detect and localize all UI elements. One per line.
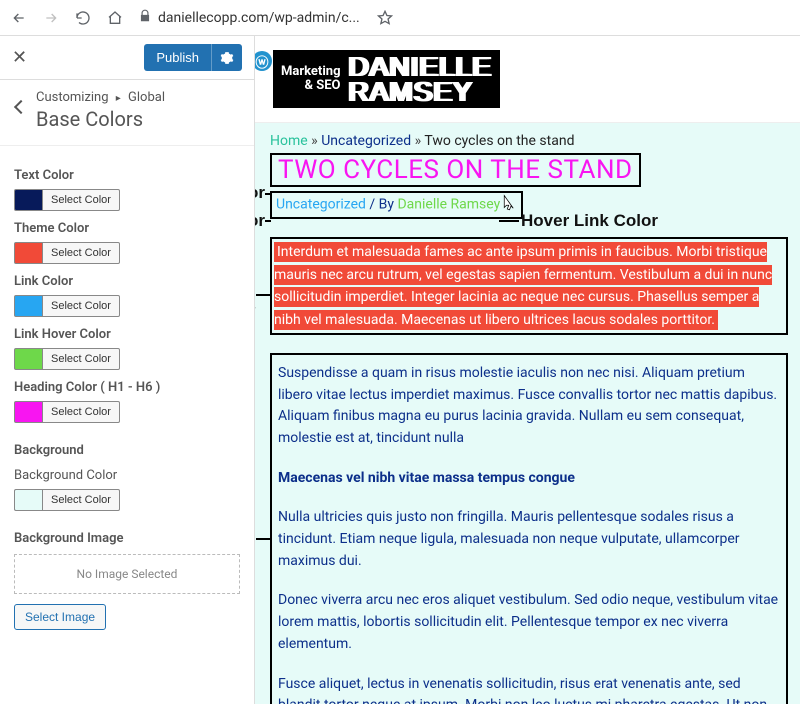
link-hover-color-control: Select Color (14, 348, 240, 370)
crumb-page: Two cycles on the stand (424, 133, 574, 149)
background-color-button[interactable]: Select Color (42, 489, 120, 511)
close-icon[interactable]: ✕ (12, 47, 27, 68)
back-icon[interactable] (10, 9, 28, 27)
publish-group: Publish (144, 44, 242, 71)
background-color-label: Background Color (14, 468, 240, 483)
text-color-control: Select Color (14, 189, 240, 211)
sidebar-top: ✕ Publish (0, 36, 254, 80)
site-header: Marketing & SEO DANIELLE RAMSEY (255, 36, 800, 122)
link-hover-color-label: Link Hover Color (14, 327, 240, 342)
text-color-swatch (14, 189, 42, 211)
breadcrumb-current: Global (128, 90, 165, 105)
heading-color-control: Select Color (14, 401, 240, 423)
address-bar[interactable]: daniellecopp.com/wp-admin/c... (138, 9, 394, 27)
browser-toolbar: daniellecopp.com/wp-admin/c... (0, 0, 800, 36)
meta-category-link[interactable]: Uncategorized (276, 197, 366, 213)
content-area: Home » Uncategorized » Two cycles on the… (255, 122, 800, 704)
link-color-button[interactable]: Select Color (42, 295, 120, 317)
link-hover-color-swatch (14, 348, 42, 370)
link-color-control: Select Color (14, 295, 240, 317)
link-color-swatch (14, 295, 42, 317)
lock-icon (138, 9, 152, 27)
text-color-button[interactable]: Select Color (42, 189, 120, 211)
select-image-button[interactable]: Select Image (14, 604, 106, 630)
paragraph-4: Fusce aliquet, lectus in venenatis solli… (278, 674, 780, 704)
app-body: ✕ Publish Customizing ▸ Global Base Colo… (0, 36, 800, 704)
home-icon[interactable] (106, 9, 124, 27)
paragraph-3: Donec viverra arcu nec eros aliquet vest… (278, 590, 780, 655)
logo-big-2: RAMSEY (349, 79, 492, 104)
sidebar-header: Customizing ▸ Global Base Colors (0, 80, 254, 146)
background-image-label: Background Image (14, 531, 240, 546)
heading-color-button[interactable]: Select Color (42, 401, 120, 423)
meta-author-link[interactable]: Danielle Ramsey (397, 197, 500, 213)
body-text-box: Suspendisse a quam in risus molestie iac… (270, 353, 788, 704)
theme-color-label: Theme Color (14, 221, 240, 236)
background-image-dropzone[interactable]: No Image Selected (14, 554, 240, 594)
publish-settings-button[interactable] (211, 44, 242, 71)
cursor-icon (499, 193, 517, 217)
star-icon[interactable] (376, 9, 394, 27)
preview-pane: ⓦ Marketing & SEO DANIELLE RAMSEY Home »… (255, 36, 800, 704)
meta-box: Uncategorized / By Danielle Ramsey (270, 191, 523, 219)
background-color-swatch (14, 489, 42, 511)
url-text: daniellecopp.com/wp-admin/c... (158, 10, 360, 26)
theme-color-swatch (14, 242, 42, 264)
text-color-label: Text Color (14, 168, 240, 183)
heading-color-swatch (14, 401, 42, 423)
logo-small-1: Marketing (281, 65, 341, 79)
theme-color-control: Select Color (14, 242, 240, 264)
logo[interactable]: Marketing & SEO DANIELLE RAMSEY (273, 50, 500, 108)
breadcrumb-root: Customizing (36, 90, 109, 105)
panel-title: Base Colors (36, 107, 240, 131)
background-section-label: Background (14, 443, 240, 458)
crumb-category[interactable]: Uncategorized (321, 133, 411, 149)
highlighted-paragraph: Interdum et malesuada fames ac ante ipsu… (274, 242, 772, 329)
crumb-home[interactable]: Home (270, 133, 308, 149)
paragraph-2: Nulla ultricies quis justo non fringilla… (278, 507, 780, 572)
reload-icon[interactable] (74, 9, 92, 27)
logo-small-2: & SEO (281, 79, 341, 93)
heading-box: TWO CYCLES ON THE STAND (270, 153, 641, 187)
theme-color-button[interactable]: Select Color (42, 242, 120, 264)
link-hover-color-button[interactable]: Select Color (42, 348, 120, 370)
chevron-right-icon: ▸ (116, 93, 121, 104)
sidebar-controls: Text Color Select Color Theme Color Sele… (0, 146, 254, 642)
customizer-sidebar: ✕ Publish Customizing ▸ Global Base Colo… (0, 36, 255, 704)
page-breadcrumb: Home » Uncategorized » Two cycles on the… (270, 133, 788, 149)
page-heading: TWO CYCLES ON THE STAND (278, 155, 633, 185)
highlighted-paragraph-box: Interdum et malesuada fames ac ante ipsu… (270, 237, 788, 335)
link-color-label: Link Color (14, 274, 240, 289)
paragraph-1: Suspendisse a quam in risus molestie iac… (278, 363, 780, 450)
breadcrumb[interactable]: Customizing ▸ Global (36, 90, 240, 105)
forward-icon (42, 9, 60, 27)
subheading: Maecenas vel nibh vitae massa tempus con… (278, 468, 780, 490)
heading-color-label: Heading Color ( H1 - H6 ) (14, 380, 240, 395)
publish-button[interactable]: Publish (144, 44, 211, 71)
meta-separator: / By (366, 197, 398, 213)
back-button[interactable] (14, 100, 28, 114)
background-color-control: Select Color (14, 489, 240, 511)
